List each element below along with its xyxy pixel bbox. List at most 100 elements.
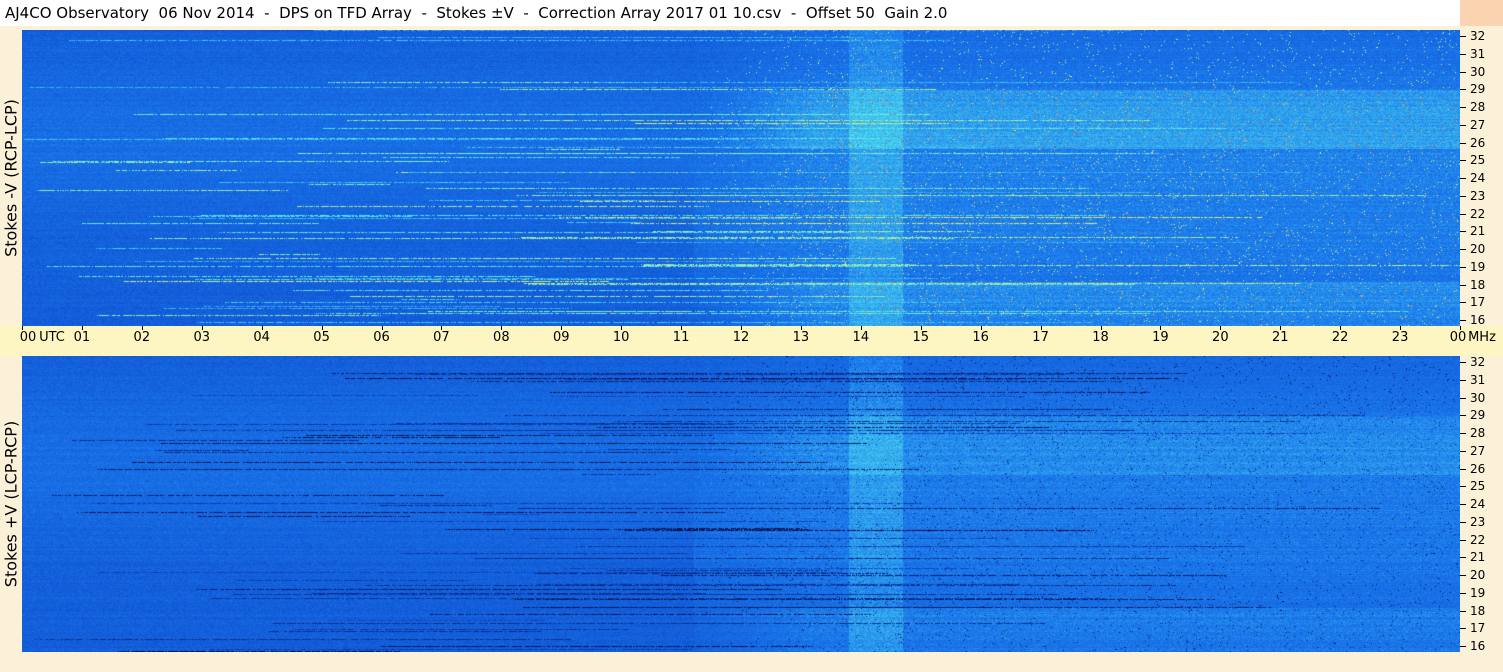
freq-tick bbox=[1460, 592, 1466, 594]
freq-tick-label: 28 bbox=[1470, 100, 1486, 114]
freq-tick-label: 22 bbox=[1470, 532, 1486, 547]
freq-tick bbox=[1460, 266, 1466, 268]
spectrogram-bottom-canvas bbox=[22, 356, 1460, 652]
time-tick-label: 17 bbox=[1032, 330, 1049, 345]
freq-tick bbox=[1460, 124, 1466, 126]
freq-tick-label: 23 bbox=[1470, 188, 1486, 203]
y-axis-label-bottom: Stokes +V (LCP-RCP) bbox=[0, 356, 22, 652]
freq-tick-label: 24 bbox=[1470, 171, 1486, 185]
freq-tick-label: 18 bbox=[1470, 277, 1486, 292]
freq-tick-label: 31 bbox=[1470, 372, 1486, 387]
utc-label: UTC bbox=[39, 330, 65, 345]
freq-tick-label: 21 bbox=[1470, 550, 1486, 565]
freq-tick bbox=[1460, 646, 1466, 647]
time-tick-label: 18 bbox=[1092, 330, 1109, 345]
time-tick-label: 06 bbox=[373, 330, 390, 345]
time-tick-label: 08 bbox=[493, 330, 510, 345]
chart-title: AJ4CO Observatory 06 Nov 2014 - DPS on T… bbox=[5, 4, 948, 22]
freq-tick-label: 25 bbox=[1470, 479, 1486, 494]
y-axis-label-top-text: Stokes -V (RCP-LCP) bbox=[1, 99, 21, 257]
time-tick-label: 14 bbox=[852, 330, 870, 345]
freq-tick-label: 26 bbox=[1470, 135, 1486, 150]
freq-tick bbox=[1460, 89, 1466, 91]
time-tick-label: 02 bbox=[133, 330, 151, 345]
time-tick-label: 00 bbox=[19, 330, 37, 345]
freq-tick-label: 32 bbox=[1470, 29, 1486, 43]
freq-tick bbox=[1460, 53, 1466, 55]
freq-tick-label: 20 bbox=[1470, 568, 1486, 582]
time-tick-label: 05 bbox=[313, 330, 330, 345]
freq-tick bbox=[1460, 284, 1466, 286]
time-tick-label: 19 bbox=[1152, 330, 1169, 345]
freq-tick bbox=[1460, 486, 1466, 488]
freq-tick-label: 26 bbox=[1470, 461, 1486, 476]
freq-tick bbox=[1460, 575, 1466, 576]
corner-strip bbox=[1460, 0, 1503, 26]
freq-tick bbox=[1460, 379, 1466, 381]
time-tick-label: 04 bbox=[253, 330, 270, 345]
frequency-axis-top: 16 17 18 19 20 21 22 23 24 25 26 27 28 29 30 31 32 bbox=[1460, 29, 1503, 327]
freq-tick-label: 29 bbox=[1470, 82, 1486, 97]
freq-tick-label: 23 bbox=[1470, 514, 1486, 529]
freq-unit-label: MHz bbox=[1468, 330, 1496, 345]
freq-tick bbox=[1460, 397, 1466, 399]
freq-tick bbox=[1460, 195, 1466, 197]
time-tick-label: 23 bbox=[1391, 330, 1409, 345]
freq-tick-label: 31 bbox=[1470, 46, 1486, 61]
freq-tick bbox=[1460, 36, 1466, 37]
time-tick-label: 22 bbox=[1331, 330, 1349, 345]
freq-tick-label: 17 bbox=[1470, 295, 1486, 310]
frequency-axis-bottom: 16 17 18 19 20 21 22 23 24 25 26 27 28 29 30 31 32 bbox=[1460, 355, 1503, 653]
time-tick-label: 15 bbox=[912, 330, 930, 345]
freq-tick-label: 18 bbox=[1470, 603, 1486, 618]
time-tick-label: 07 bbox=[433, 330, 450, 345]
spectrogram-top bbox=[22, 30, 1460, 326]
time-tick-label: 11 bbox=[672, 330, 690, 345]
freq-tick bbox=[1460, 557, 1466, 559]
freq-tick bbox=[1460, 450, 1466, 452]
freq-tick bbox=[1460, 362, 1466, 363]
freq-tick bbox=[1460, 213, 1466, 215]
time-tick-label: 21 bbox=[1271, 330, 1289, 345]
time-tick-label: 01 bbox=[73, 330, 91, 345]
freq-tick bbox=[1460, 415, 1466, 417]
title-bar: AJ4CO Observatory 06 Nov 2014 - DPS on T… bbox=[0, 0, 1460, 26]
freq-tick bbox=[1460, 178, 1466, 179]
time-tick-label: 16 bbox=[972, 330, 989, 345]
freq-tick bbox=[1460, 160, 1466, 162]
freq-tick-label: 20 bbox=[1470, 242, 1486, 256]
freq-tick-label: 32 bbox=[1470, 355, 1486, 369]
freq-tick bbox=[1460, 231, 1466, 233]
freq-tick-label: 19 bbox=[1470, 259, 1486, 274]
y-axis-label-top: Stokes -V (RCP-LCP) bbox=[0, 30, 22, 326]
time-tick-label: 00 bbox=[1449, 330, 1467, 345]
freq-tick-label: 24 bbox=[1470, 497, 1486, 511]
freq-tick bbox=[1460, 433, 1466, 434]
time-tick-label: 03 bbox=[193, 330, 211, 345]
freq-tick-label: 29 bbox=[1470, 408, 1486, 423]
time-tick-label: 20 bbox=[1212, 330, 1229, 345]
freq-tick-label: 22 bbox=[1470, 206, 1486, 221]
freq-tick bbox=[1460, 107, 1466, 108]
freq-tick-label: 30 bbox=[1470, 390, 1486, 405]
freq-tick-label: 21 bbox=[1470, 224, 1486, 239]
freq-tick-label: 17 bbox=[1470, 621, 1486, 636]
freq-tick bbox=[1460, 142, 1466, 144]
time-tick-label: 10 bbox=[612, 330, 630, 345]
y-axis-label-bottom-text: Stokes +V (LCP-RCP) bbox=[1, 420, 21, 588]
time-tick-label: 12 bbox=[732, 330, 750, 345]
freq-tick bbox=[1460, 302, 1466, 304]
freq-tick-label: 25 bbox=[1470, 153, 1486, 168]
freq-tick-label: 27 bbox=[1470, 117, 1486, 132]
freq-tick-label: 30 bbox=[1470, 64, 1486, 79]
freq-tick bbox=[1460, 539, 1466, 541]
freq-tick bbox=[1460, 249, 1466, 250]
freq-tick bbox=[1460, 521, 1466, 523]
spectrogram-bottom bbox=[22, 356, 1460, 652]
freq-tick bbox=[1460, 628, 1466, 630]
freq-tick bbox=[1460, 468, 1466, 470]
time-tick-label: 09 bbox=[552, 330, 570, 345]
freq-tick-label: 27 bbox=[1470, 443, 1486, 458]
freq-tick bbox=[1460, 504, 1466, 505]
freq-tick bbox=[1460, 71, 1466, 73]
